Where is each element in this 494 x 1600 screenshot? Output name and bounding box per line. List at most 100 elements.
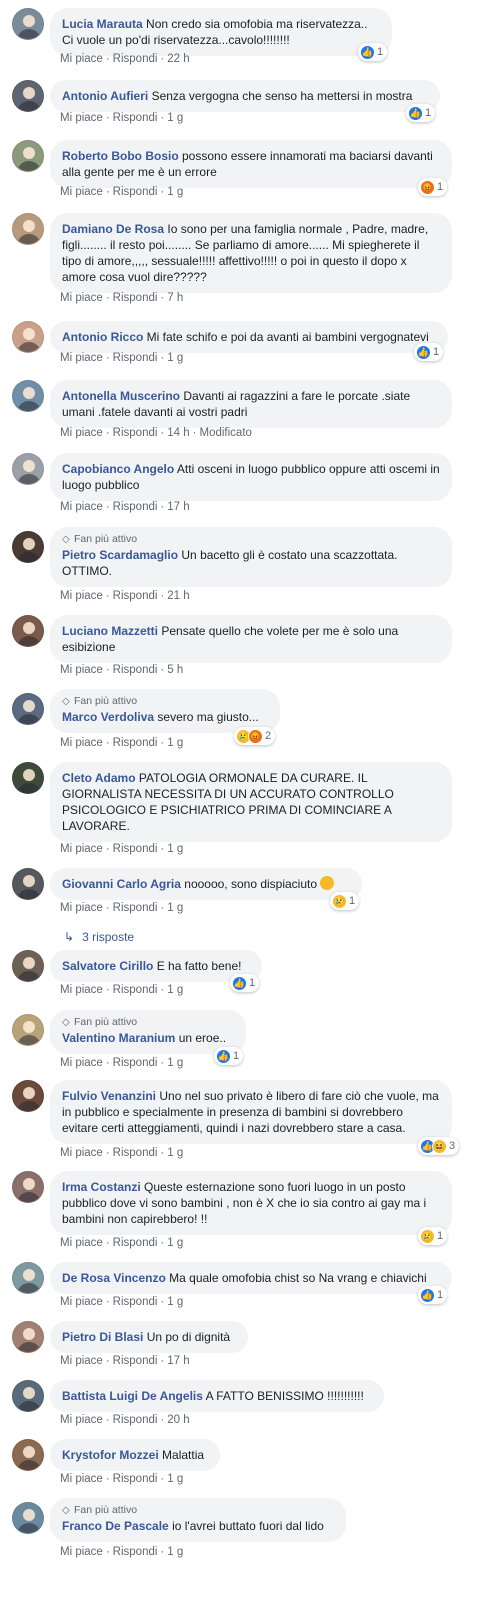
comment-author-link[interactable]: Pietro Di Blasi [62,1330,143,1344]
comment-timestamp[interactable]: 1 g [167,843,183,855]
avatar[interactable] [12,1321,44,1353]
reply-button[interactable]: Rispondi [113,352,158,364]
like-button[interactable]: Mi piace [60,664,103,676]
avatar[interactable] [12,453,44,485]
reply-button[interactable]: Rispondi [113,1546,158,1558]
reply-button[interactable]: Rispondi [113,902,158,914]
edited-label[interactable]: Modificato [200,427,252,439]
avatar[interactable] [12,1439,44,1471]
avatar[interactable] [12,693,44,725]
reply-button[interactable]: Rispondi [113,1296,158,1308]
comment-author-link[interactable]: Giovanni Carlo Agria [62,877,181,891]
comment-timestamp[interactable]: 1 g [167,1473,183,1485]
avatar[interactable] [12,531,44,563]
comment-author-link[interactable]: Damiano De Rosa [62,222,164,236]
reply-button[interactable]: Rispondi [113,292,158,304]
like-button[interactable]: Mi piace [60,1473,103,1485]
avatar[interactable] [12,213,44,245]
like-button[interactable]: Mi piace [60,186,103,198]
reply-button[interactable]: Rispondi [113,1473,158,1485]
reply-button[interactable]: Rispondi [113,1414,158,1426]
avatar[interactable] [12,80,44,112]
avatar[interactable] [12,1014,44,1046]
reply-button[interactable]: Rispondi [113,186,158,198]
reaction-summary[interactable]: 😢 1 [418,1227,448,1245]
reply-button[interactable]: Rispondi [113,737,158,749]
avatar[interactable] [12,1262,44,1294]
like-button[interactable]: Mi piace [60,1414,103,1426]
reply-button[interactable]: Rispondi [113,1147,158,1159]
comment-author-link[interactable]: Luciano Mazzetti [62,624,158,638]
like-button[interactable]: Mi piace [60,843,103,855]
like-button[interactable]: Mi piace [60,902,103,914]
comment-author-link[interactable]: Capobianco Angelo [62,462,174,476]
comment-timestamp[interactable]: 1 g [167,737,183,749]
comment-author-link[interactable]: Cleto Adamo [62,771,136,785]
like-button[interactable]: Mi piace [60,1355,103,1367]
like-button[interactable]: Mi piace [60,590,103,602]
like-button[interactable]: Mi piace [60,501,103,513]
avatar[interactable] [12,615,44,647]
reply-button[interactable]: Rispondi [113,53,158,65]
avatar[interactable] [12,950,44,982]
reaction-summary[interactable]: 😢 1 [330,892,360,910]
comment-timestamp[interactable]: 1 g [167,1296,183,1308]
comment-timestamp[interactable]: 17 h [167,1355,189,1367]
comment-timestamp[interactable]: 1 g [167,984,183,996]
comment-timestamp[interactable]: 17 h [167,501,189,513]
comment-author-link[interactable]: Franco De Pascale [62,1519,169,1533]
avatar[interactable] [12,321,44,353]
comment-timestamp[interactable]: 20 h [167,1414,189,1426]
avatar[interactable] [12,380,44,412]
comment-author-link[interactable]: Pietro Scardamaglio [62,548,178,562]
avatar[interactable] [12,1080,44,1112]
comment-timestamp[interactable]: 1 g [167,1057,183,1069]
like-button[interactable]: Mi piace [60,737,103,749]
like-button[interactable]: Mi piace [60,1057,103,1069]
reaction-summary[interactable]: 😡 1 [418,178,448,196]
like-button[interactable]: Mi piace [60,1237,103,1249]
comment-timestamp[interactable]: 5 h [167,664,183,676]
like-button[interactable]: Mi piace [60,427,103,439]
comment-author-link[interactable]: Salvatore Cirillo [62,959,153,973]
avatar[interactable] [12,1171,44,1203]
comment-author-link[interactable]: Irma Costanzi [62,1180,141,1194]
comment-timestamp[interactable]: 1 g [167,352,183,364]
comment-author-link[interactable]: Marco Verdoliva [62,710,154,724]
comment-timestamp[interactable]: 21 h [167,590,189,602]
comment-author-link[interactable]: Antonio Aufieri [62,89,148,103]
comment-timestamp[interactable]: 1 g [167,1237,183,1249]
comment-author-link[interactable]: Valentino Maranium [62,1031,175,1045]
comment-timestamp[interactable]: 14 h [167,427,189,439]
reply-button[interactable]: Rispondi [113,664,158,676]
comment-author-link[interactable]: Fulvio Venanzini [62,1089,156,1103]
avatar[interactable] [12,1502,44,1534]
like-button[interactable]: Mi piace [60,984,103,996]
like-button[interactable]: Mi piace [60,292,103,304]
avatar[interactable] [12,868,44,900]
comment-author-link[interactable]: Roberto Bobo Bosio [62,149,179,163]
like-button[interactable]: Mi piace [60,1546,103,1558]
avatar[interactable] [12,762,44,794]
reaction-summary[interactable]: 👍 1 [418,1286,448,1304]
avatar[interactable] [12,1380,44,1412]
reply-button[interactable]: Rispondi [113,1237,158,1249]
reply-button[interactable]: Rispondi [113,427,158,439]
reaction-summary[interactable]: 👍 1 [414,343,444,361]
comment-author-link[interactable]: Antonella Muscerino [62,389,180,403]
comment-timestamp[interactable]: 1 g [167,186,183,198]
reaction-summary[interactable]: 👍 1 [406,104,436,122]
like-button[interactable]: Mi piace [60,1147,103,1159]
like-button[interactable]: Mi piace [60,53,103,65]
comment-author-link[interactable]: Lucia Marauta [62,17,143,31]
reply-button[interactable]: Rispondi [113,590,158,602]
reaction-summary[interactable]: 👍 1 [230,974,260,992]
comment-timestamp[interactable]: 1 g [167,902,183,914]
reply-button[interactable]: Rispondi [113,501,158,513]
comment-author-link[interactable]: Antonio Ricco [62,330,143,344]
view-replies-link[interactable]: ↳ 3 risposte [64,930,134,944]
reaction-summary[interactable]: 👍 1 [358,43,388,61]
avatar[interactable] [12,8,44,40]
comment-timestamp[interactable]: 1 g [167,1546,183,1558]
comment-author-link[interactable]: Battista Luigi De Angelis [62,1389,203,1403]
